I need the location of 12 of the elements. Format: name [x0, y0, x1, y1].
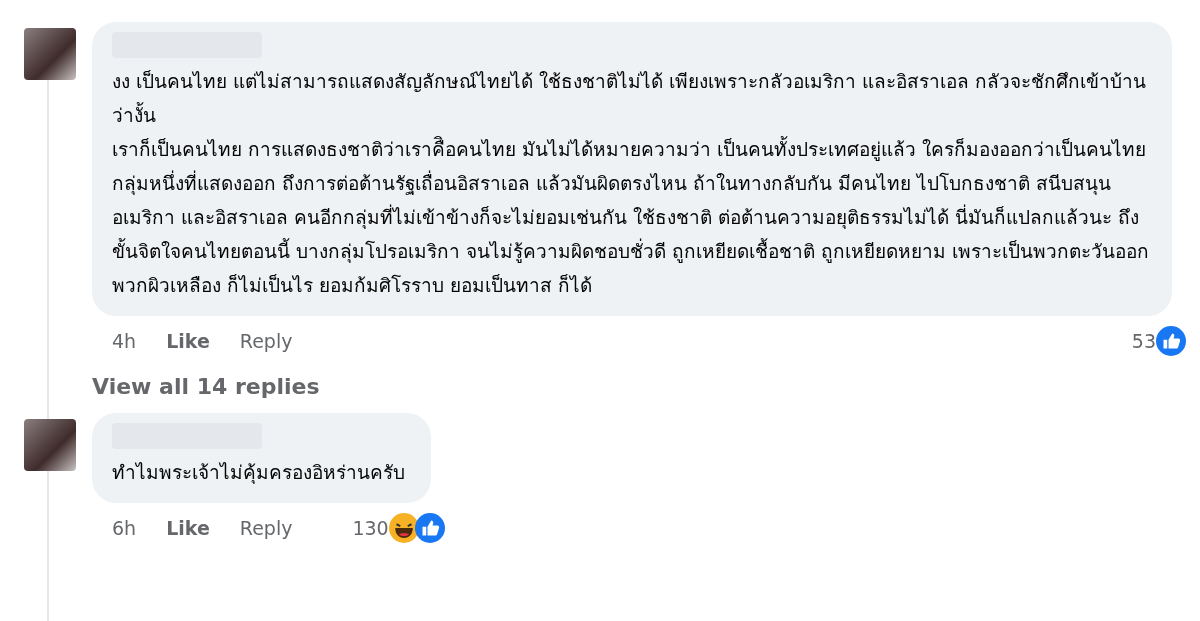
timestamp: 6h — [112, 517, 137, 539]
reaction-count: 53 — [1131, 330, 1156, 352]
timestamp: 4h — [112, 330, 137, 352]
like-link[interactable]: Like — [166, 517, 210, 539]
view-replies-link[interactable]: View all 14 replies — [92, 356, 320, 413]
comment-text: ทำไมพระเจ้าไม่คุ้มครองอิหร่านครับ — [112, 460, 406, 486]
reply-link[interactable]: Reply — [239, 517, 293, 539]
comment-text: เราก็เป็นคนไทย การแสดงธงชาติว่าเราคืิอคนไทย มันไม่ได้หมายความว่า เป็นคนทั้งประเทศอยู่แล้ว ใครก็มองออกว่าเป็นคนไทยกลุ่มหนึ่งที่แสดงออก ถึงการต่อต้านรัฐเถื่อนอิสราเอล แล้วมันผิดตรงไหน ถ้าในทางกลับกัน มีคนไทย ไปโบกธงชาติ สนีบสนุน อเมริกา และอิสราเอล คนอีกกลุ่มที่ไม่เข้าข้างก็จะไม่ยอมเช่นกัน ใช้ธงชาติ ต่อต้านความอยุติธรรมไม่ได้ นี่มันก็แปลกแล้วนะ ถึงขั้นจิตใจคนไทยตอนนี้ บางกลุ่มโปรอเมริกา จนไม่รู้ความผิดชอบชั่วดี ถูกเหยียดเชื้อชาติ ถูกเหยียดหยาม เพราะเป็นพวกตะวันออก พวกผิวเหลือง ก็ไม่เป็นไร ยอมก้มศิโรราบ ยอมเป็นทาส ก็ได้ — [112, 135, 1151, 298]
reply-link[interactable]: Reply — [239, 330, 293, 352]
like-link[interactable]: Like — [166, 330, 210, 352]
reaction-count: 130 — [352, 517, 389, 539]
comment-text: งง เป็นคนไทย แต่ไม่สามารถแสดงสัญลักษณ์ไทยได้ ใช้ธงชาติไม่ได้ เพียงเพราะกลัวอเมริกา และอิสราเอล กลัวจะชักศึกเข้าบ้าน ว่างั้น — [112, 69, 1148, 128]
